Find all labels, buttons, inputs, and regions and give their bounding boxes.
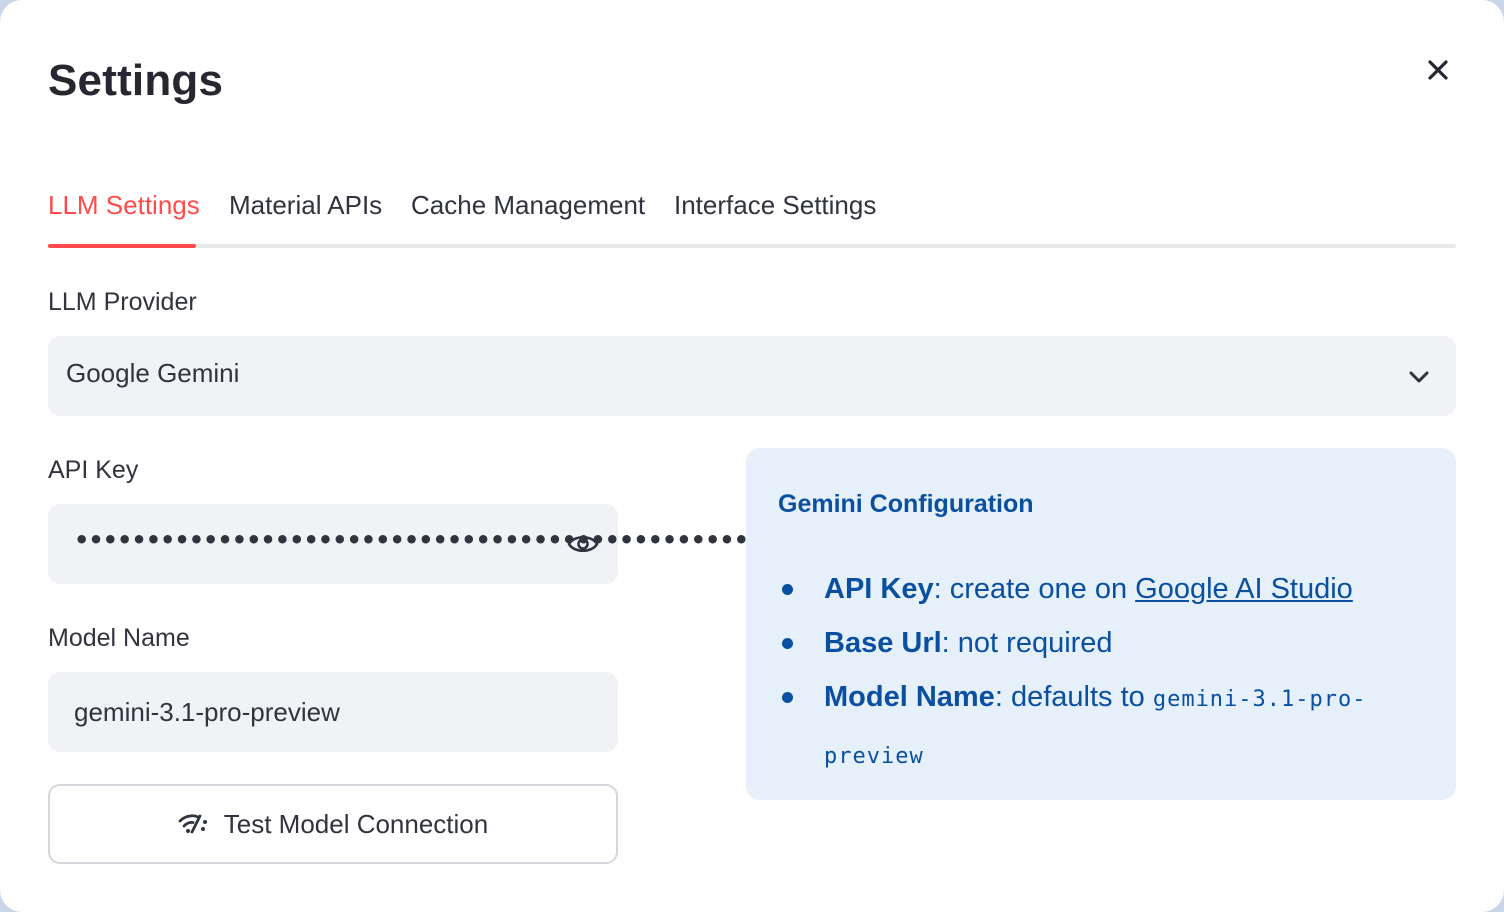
tab-cache-management[interactable]: Cache Management (411, 190, 645, 221)
eye-icon (567, 535, 599, 553)
close-button[interactable] (1418, 50, 1458, 90)
info-item-base-url: Base Url: not required (778, 616, 1418, 670)
close-icon (1428, 60, 1448, 80)
api-key-field[interactable]: ••••••••••••••••••••••••••••••••••••••••… (48, 504, 821, 584)
tab-llm-settings[interactable]: LLM Settings (48, 190, 200, 221)
bullet (782, 692, 793, 703)
gemini-info-box: Gemini Configuration API Key: create one… (746, 448, 1456, 800)
llm-provider-value: Google Gemini (66, 358, 240, 388)
info-key: Model Name (824, 681, 995, 713)
model-name-input[interactable] (74, 672, 554, 752)
info-item-model-name: Model Name: defaults to gemini-3.1-pro-p… (778, 670, 1418, 784)
info-text: : not required (941, 627, 1113, 659)
test-model-connection-button[interactable]: Test Model Connection (48, 784, 618, 864)
info-text: : create one on (933, 573, 1136, 605)
model-name-field (48, 672, 618, 752)
info-key: API Key (824, 573, 934, 605)
info-key: Base Url (824, 627, 942, 659)
api-key-label: API Key (48, 456, 139, 484)
chevron-down-icon (1409, 371, 1429, 383)
wifi-test-icon (178, 814, 207, 834)
dialog-title: Settings (48, 56, 224, 105)
model-name-label: Model Name (48, 624, 190, 652)
info-heading: Gemini Configuration (778, 490, 1034, 518)
tab-interface-settings[interactable]: Interface Settings (674, 190, 876, 221)
google-ai-studio-link[interactable]: Google AI Studio (1135, 573, 1353, 605)
llm-provider-select[interactable]: Google Gemini (48, 336, 1456, 416)
tab-material-apis[interactable]: Material APIs (229, 190, 382, 221)
test-model-connection-label: Test Model Connection (223, 808, 489, 839)
info-list: API Key: create one on Google AI Studio … (778, 562, 1418, 784)
show-password-button[interactable] (566, 527, 600, 561)
api-key-masked-value: ••••••••••••••••••••••••••••••••••••••••… (74, 526, 821, 554)
tab-bar: LLM Settings Material APIs Cache Managem… (48, 186, 1456, 248)
bullet (782, 638, 793, 649)
tab-rail (48, 244, 1456, 248)
settings-dialog: Settings LLM Settings Material APIs Cach… (0, 0, 1504, 912)
info-item-api-key: API Key: create one on Google AI Studio (778, 562, 1418, 616)
bullet (782, 584, 793, 595)
active-tab-indicator (48, 244, 196, 248)
llm-provider-label: LLM Provider (48, 288, 197, 316)
info-text: : defaults to (994, 681, 1153, 713)
